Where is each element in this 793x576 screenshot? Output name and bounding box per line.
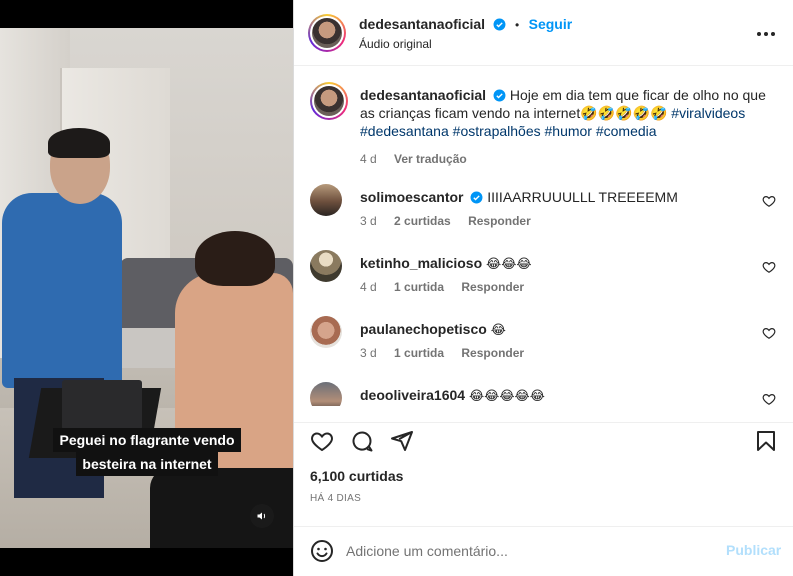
separator-dot: • [514, 18, 520, 32]
likes-count[interactable]: 6,100 curtidas [310, 468, 403, 484]
comment-like-heart-icon[interactable] [762, 326, 776, 340]
comment-text: 😂 [490, 323, 506, 338]
commenter-avatar[interactable] [310, 382, 342, 406]
scene-man-hair [48, 128, 110, 158]
scene-laptop [62, 380, 142, 430]
translate-button[interactable]: Ver tradução [394, 152, 467, 166]
comment-meta: 4 d 1 curtida Responder [360, 280, 538, 294]
comment-body: ketinho_malicioso 😂😂😂 [360, 254, 750, 274]
comment-body: paulanechopetisco 😂 [360, 320, 750, 340]
verified-badge-icon [493, 18, 505, 31]
verified-badge-icon [493, 89, 506, 102]
hashtag-link[interactable]: #viralvideos [671, 105, 745, 121]
comment-likes[interactable]: 1 curtida [394, 346, 444, 360]
comment-likes[interactable]: 2 curtidas [394, 214, 451, 228]
comment-time[interactable]: 4 d [360, 280, 377, 294]
comment-like-heart-icon[interactable] [762, 260, 776, 274]
author-username[interactable]: dedesantanaoficial [359, 16, 485, 32]
reply-button[interactable]: Responder [461, 346, 524, 360]
mute-button[interactable] [250, 504, 274, 528]
comment-text: 😂😂😂 [486, 257, 532, 272]
comment-body: solimoescantor IIIIAARRUUULLL TREEEEMM [360, 188, 750, 206]
comments-list[interactable]: dedesantanaoficial Hoje em dia tem que f… [294, 66, 793, 406]
comment-time[interactable]: 3 d [360, 346, 377, 360]
comment-icon[interactable] [350, 429, 374, 453]
commenter-username[interactable]: deooliveira1604 [360, 387, 465, 403]
publish-button[interactable]: Publicar [726, 542, 781, 558]
comment-like-heart-icon[interactable] [762, 194, 776, 208]
hashtag-link[interactable]: #dedesantana [360, 123, 449, 139]
comment-likes[interactable]: 1 curtida [394, 280, 444, 294]
comment-like-heart-icon[interactable] [762, 392, 776, 406]
comment-item: ketinho_malicioso 😂😂😂 4 d 1 curtida Resp… [310, 250, 780, 306]
video-caption-line-2: besteira na internet [76, 452, 218, 476]
author-line: dedesantanaoficial • Seguir [359, 16, 572, 34]
hashtag-link[interactable]: #ostrapalhões [453, 123, 541, 139]
post-details-panel: dedesantanaoficial • Seguir Áudio origin… [293, 0, 793, 576]
comment-text: IIIIAARRUUULLL TREEEEMM [487, 189, 678, 205]
comment-item: deooliveira1604 😂😂😂😂😂 [310, 382, 780, 406]
comment-input[interactable] [346, 539, 706, 563]
comment-meta: 3 d 1 curtida Responder [360, 346, 538, 360]
caption-meta: 4 d Ver tradução [360, 150, 770, 168]
comment-time[interactable]: 3 d [360, 214, 377, 228]
caption-username[interactable]: dedesantanaoficial [360, 87, 486, 103]
commenter-avatar[interactable] [310, 184, 342, 216]
post-media[interactable]: Peguei no flagrante vendo besteira na in… [0, 0, 293, 576]
commenter-username[interactable]: solimoescantor [360, 189, 463, 205]
heart-icon[interactable] [310, 429, 334, 453]
more-options-button[interactable] [754, 22, 778, 46]
commenter-avatar[interactable] [310, 316, 342, 348]
caption-avatar[interactable] [310, 82, 348, 120]
commenter-username[interactable]: paulanechopetisco [360, 321, 487, 337]
audio-label[interactable]: Áudio original [359, 37, 432, 51]
comment-text: 😂😂😂😂😂 [468, 389, 545, 404]
comment-item: solimoescantor IIIIAARRUUULLL TREEEEMM 3… [310, 184, 780, 240]
scene-man-shirt [2, 193, 122, 388]
caption-time[interactable]: 4 d [360, 152, 377, 166]
commenter-username[interactable]: ketinho_malicioso [360, 255, 482, 271]
reply-button[interactable]: Responder [461, 280, 524, 294]
hashtag-link[interactable]: #comedia [596, 123, 657, 139]
video-player[interactable]: Peguei no flagrante vendo besteira na in… [0, 28, 293, 548]
follow-button[interactable]: Seguir [529, 16, 573, 32]
comment-body: deooliveira1604 😂😂😂😂😂 [360, 386, 750, 406]
author-avatar[interactable] [308, 14, 346, 52]
verified-badge-icon [470, 191, 483, 204]
more-icon [757, 32, 775, 36]
post-header: dedesantanaoficial • Seguir Áudio origin… [294, 0, 793, 66]
send-icon[interactable] [390, 429, 414, 453]
bookmark-icon[interactable] [754, 429, 778, 453]
scene-boy-hair [195, 231, 275, 286]
caption-text-block: dedesantanaoficial Hoje em dia tem que f… [360, 86, 770, 168]
post-date[interactable]: HÁ 4 DIAS [310, 493, 361, 504]
speaker-icon [257, 512, 266, 520]
comment-item: paulanechopetisco 😂 3 d 1 curtida Respon… [310, 316, 780, 372]
comment-meta: 3 d 2 curtidas Responder [360, 214, 545, 228]
comment-composer: Publicar [294, 526, 793, 576]
commenter-avatar[interactable] [310, 250, 342, 282]
action-bar [294, 422, 793, 462]
video-caption-line-1: Peguei no flagrante vendo [53, 428, 241, 452]
hashtag-link[interactable]: #humor [545, 123, 592, 139]
video-caption: Peguei no flagrante vendo besteira na in… [50, 428, 244, 476]
smiley-icon[interactable] [310, 539, 334, 563]
reply-button[interactable]: Responder [468, 214, 531, 228]
